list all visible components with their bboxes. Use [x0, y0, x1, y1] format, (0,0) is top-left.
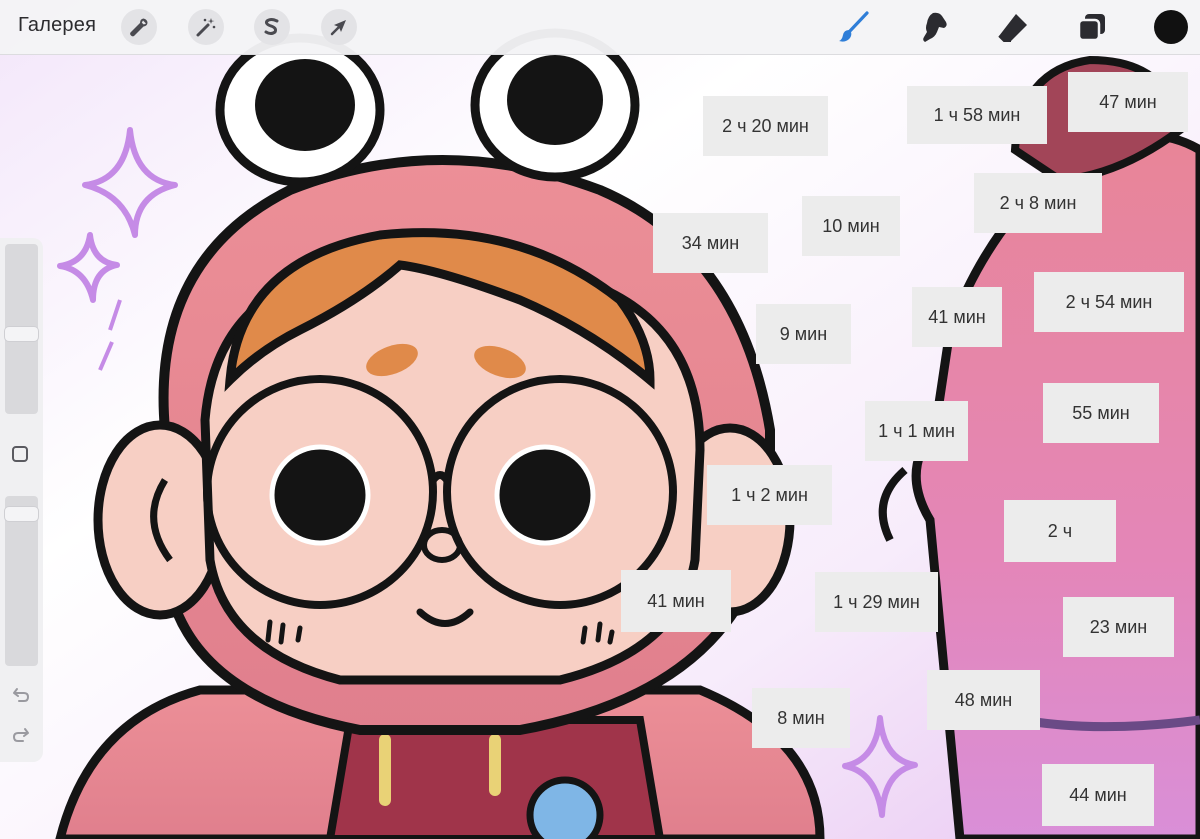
layers-button[interactable]: [1073, 8, 1111, 46]
time-label: 23 мин: [1063, 597, 1174, 657]
eraser-icon: [998, 14, 1027, 42]
top-toolbar: Галерея: [0, 0, 1200, 55]
modify-button[interactable]: [12, 446, 28, 462]
color-picker-button[interactable]: [1154, 10, 1188, 44]
time-label: 8 мин: [752, 688, 850, 748]
adjustments-button[interactable]: [188, 9, 224, 45]
actions-button[interactable]: [121, 9, 157, 45]
smudge-icon: [923, 12, 947, 43]
eraser-tool-button[interactable]: [994, 8, 1032, 46]
undo-button[interactable]: [10, 684, 32, 706]
time-label: 2 ч 54 мин: [1034, 272, 1184, 332]
time-label: 1 ч 58 мин: [907, 86, 1047, 144]
redo-icon: [12, 728, 29, 742]
time-label: 34 мин: [653, 213, 768, 273]
time-label: 48 мин: [927, 670, 1040, 730]
time-label: 2 ч 8 мин: [974, 173, 1102, 233]
brush-size-thumb[interactable]: [5, 327, 38, 341]
gallery-button[interactable]: Галерея: [18, 14, 96, 37]
time-label: 44 мин: [1042, 764, 1154, 826]
time-label: 2 ч 20 мин: [703, 96, 828, 156]
time-label: 55 мин: [1043, 383, 1159, 443]
brush-size-slider[interactable]: [5, 244, 38, 414]
time-label: 10 мин: [802, 196, 900, 256]
undo-icon: [13, 688, 30, 702]
time-label: 1 ч 2 мин: [707, 465, 832, 525]
time-label: 9 мин: [756, 304, 851, 364]
selection-button[interactable]: [254, 9, 290, 45]
time-label: 1 ч 29 мин: [815, 572, 938, 632]
magic-wand-icon: [196, 18, 216, 37]
selection-s-icon: [264, 18, 279, 35]
time-label: 47 мин: [1068, 72, 1188, 132]
smudge-tool-button[interactable]: [915, 8, 953, 46]
brush-icon: [839, 11, 869, 42]
time-label: 2 ч: [1004, 500, 1116, 562]
opacity-slider[interactable]: [5, 496, 38, 666]
redo-button[interactable]: [10, 724, 32, 746]
time-label: 1 ч 1 мин: [865, 401, 968, 461]
opacity-thumb[interactable]: [5, 507, 38, 521]
arrow-cursor-icon: [330, 20, 346, 36]
left-sidebar: [0, 238, 43, 762]
time-label: 41 мин: [621, 570, 731, 632]
wrench-icon: [130, 18, 148, 37]
brush-tool-button[interactable]: [835, 8, 873, 46]
time-label: 41 мин: [912, 287, 1002, 347]
layers-icon: [1077, 14, 1105, 42]
transform-button[interactable]: [321, 9, 357, 45]
